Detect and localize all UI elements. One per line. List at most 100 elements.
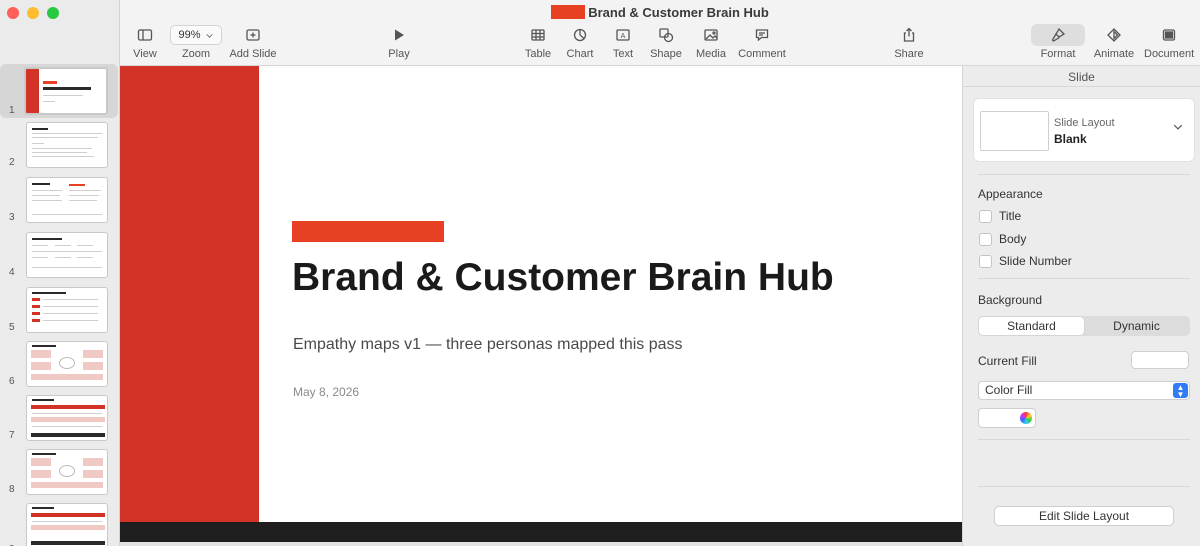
chevron-down-icon bbox=[205, 33, 213, 38]
dynamic-option[interactable]: Dynamic bbox=[1084, 317, 1189, 335]
body-checkbox-row[interactable]: Body bbox=[979, 231, 1026, 247]
current-fill-label: Current Fill bbox=[978, 354, 1037, 368]
slide[interactable]: Brand & Customer Brain Hub Empathy maps … bbox=[120, 66, 962, 542]
slide-thumbnail-4[interactable]: 4 bbox=[0, 230, 118, 280]
slide-thumbnail-9[interactable]: 9 bbox=[0, 501, 118, 546]
slide-number: 7 bbox=[9, 430, 15, 441]
slide-thumbnail-7[interactable]: 7 bbox=[0, 393, 118, 443]
photo-icon bbox=[704, 29, 718, 41]
divider bbox=[978, 439, 1190, 440]
document-color-swatch bbox=[551, 5, 586, 19]
play-label: Play bbox=[388, 48, 410, 60]
share-icon bbox=[903, 27, 915, 42]
comment-label: Comment bbox=[738, 48, 786, 60]
slide-number: 1 bbox=[9, 105, 15, 116]
slide-thumbnail-3[interactable]: 3 bbox=[0, 175, 118, 225]
slide-number: 4 bbox=[9, 267, 15, 278]
slide-navigator[interactable]: 1 2 3 4 5 6 7 8 bbox=[0, 0, 120, 546]
color-well[interactable] bbox=[978, 408, 1036, 428]
close-window-button[interactable] bbox=[7, 7, 19, 19]
slide-number-checkbox-label: Slide Number bbox=[999, 254, 1072, 268]
current-fill-swatch[interactable] bbox=[1131, 351, 1189, 369]
slide-preview bbox=[26, 449, 108, 495]
toolbar: Brand & Customer Brain Hub View 99% Zoom… bbox=[120, 0, 1200, 66]
document-button[interactable]: Document bbox=[1144, 24, 1194, 64]
document-icon bbox=[1162, 29, 1176, 41]
slide-subtitle[interactable]: Empathy maps v1 — three personas mapped … bbox=[293, 336, 683, 354]
slide-number: 3 bbox=[9, 212, 15, 223]
text-label: Text bbox=[612, 48, 634, 60]
slide-date[interactable]: May 8, 2026 bbox=[293, 385, 359, 399]
table-button[interactable]: Table bbox=[523, 24, 553, 64]
slide-number: 6 bbox=[9, 376, 15, 387]
slide-thumbnail-1[interactable]: 1 bbox=[0, 64, 118, 118]
title-checkbox-row[interactable]: Title bbox=[979, 208, 1021, 224]
updown-chevron-icon: ▲ ▼ bbox=[1173, 383, 1188, 399]
slide-accent-bar bbox=[292, 221, 444, 242]
background-mode-segmented-control[interactable]: Standard Dynamic bbox=[978, 316, 1190, 336]
chart-label: Chart bbox=[566, 48, 594, 60]
animate-diamond-icon bbox=[1107, 28, 1121, 42]
chart-button[interactable]: Chart bbox=[565, 24, 595, 64]
text-button[interactable]: A Text bbox=[608, 24, 638, 64]
slide-left-red-bar bbox=[120, 66, 259, 522]
add-slide-label: Add Slide bbox=[229, 48, 277, 60]
slide-thumbnail-8[interactable]: 8 bbox=[0, 447, 118, 497]
comment-icon bbox=[755, 29, 769, 42]
shape-icon bbox=[659, 28, 674, 43]
animate-button[interactable]: Animate bbox=[1092, 24, 1136, 64]
standard-option[interactable]: Standard bbox=[979, 317, 1084, 335]
media-button[interactable]: Media bbox=[694, 24, 728, 64]
zoom-control[interactable]: 99% Zoom bbox=[170, 24, 222, 64]
comment-button[interactable]: Comment bbox=[738, 24, 786, 64]
slide-layout-label: Slide Layout bbox=[1054, 117, 1115, 129]
zoom-label: Zoom bbox=[181, 48, 211, 60]
play-button[interactable]: Play bbox=[384, 24, 414, 64]
title-checkbox[interactable] bbox=[979, 209, 992, 223]
body-checkbox-label: Body bbox=[999, 232, 1027, 246]
shape-label: Shape bbox=[650, 48, 682, 60]
svg-text:A: A bbox=[621, 33, 626, 40]
view-button[interactable]: View bbox=[130, 24, 160, 64]
fill-type-select[interactable]: Color Fill ▲ ▼ bbox=[978, 381, 1190, 400]
slide-number-checkbox-row[interactable]: Slide Number bbox=[979, 253, 1072, 269]
sidebar-icon bbox=[137, 29, 153, 41]
format-button[interactable]: Format bbox=[1031, 24, 1085, 64]
table-icon bbox=[531, 29, 545, 41]
inspector-header: Slide bbox=[963, 66, 1200, 87]
text-box-icon: A bbox=[616, 29, 630, 41]
fill-type-value: Color Fill bbox=[985, 383, 1033, 397]
body-checkbox[interactable] bbox=[979, 232, 992, 246]
animate-label: Animate bbox=[1093, 48, 1135, 60]
slide-thumbnail-2[interactable]: 2 bbox=[0, 120, 118, 170]
slide-preview bbox=[26, 177, 108, 223]
zoom-window-button[interactable] bbox=[47, 7, 59, 19]
format-label: Format bbox=[1040, 48, 1076, 60]
layout-thumbnail bbox=[980, 111, 1049, 151]
keynote-window: 1 2 3 4 5 6 7 8 Brand & Customer Brain H… bbox=[0, 0, 1200, 546]
minimize-window-button[interactable] bbox=[27, 7, 39, 19]
media-label: Media bbox=[696, 48, 726, 60]
slide-canvas[interactable]: Brand & Customer Brain Hub Empathy maps … bbox=[120, 66, 962, 546]
slide-thumbnail-6[interactable]: 6 bbox=[0, 339, 118, 389]
zoom-dropdown[interactable]: 99% bbox=[170, 25, 222, 45]
slide-number: 8 bbox=[9, 484, 15, 495]
color-wheel-icon[interactable] bbox=[1020, 412, 1032, 424]
chart-icon bbox=[573, 28, 587, 42]
slide-number-checkbox[interactable] bbox=[979, 254, 992, 268]
add-slide-button[interactable]: Add Slide bbox=[228, 24, 278, 64]
slide-preview bbox=[26, 232, 108, 278]
slide-number: 2 bbox=[9, 157, 15, 168]
window-title: Brand & Customer Brain Hub bbox=[120, 5, 1200, 20]
slide-thumbnail-5[interactable]: 5 bbox=[0, 285, 118, 335]
add-slide-icon bbox=[246, 29, 260, 41]
edit-slide-layout-button[interactable]: Edit Slide Layout bbox=[994, 506, 1174, 526]
slide-layout-picker[interactable]: Slide Layout Blank bbox=[973, 98, 1195, 162]
shape-button[interactable]: Shape bbox=[649, 24, 683, 64]
window-title-text: Brand & Customer Brain Hub bbox=[588, 5, 769, 20]
table-label: Table bbox=[524, 48, 552, 60]
paintbrush-icon bbox=[1051, 27, 1066, 42]
share-button[interactable]: Share bbox=[894, 24, 924, 64]
slide-title[interactable]: Brand & Customer Brain Hub bbox=[292, 256, 834, 300]
zoom-value: 99% bbox=[178, 29, 201, 41]
